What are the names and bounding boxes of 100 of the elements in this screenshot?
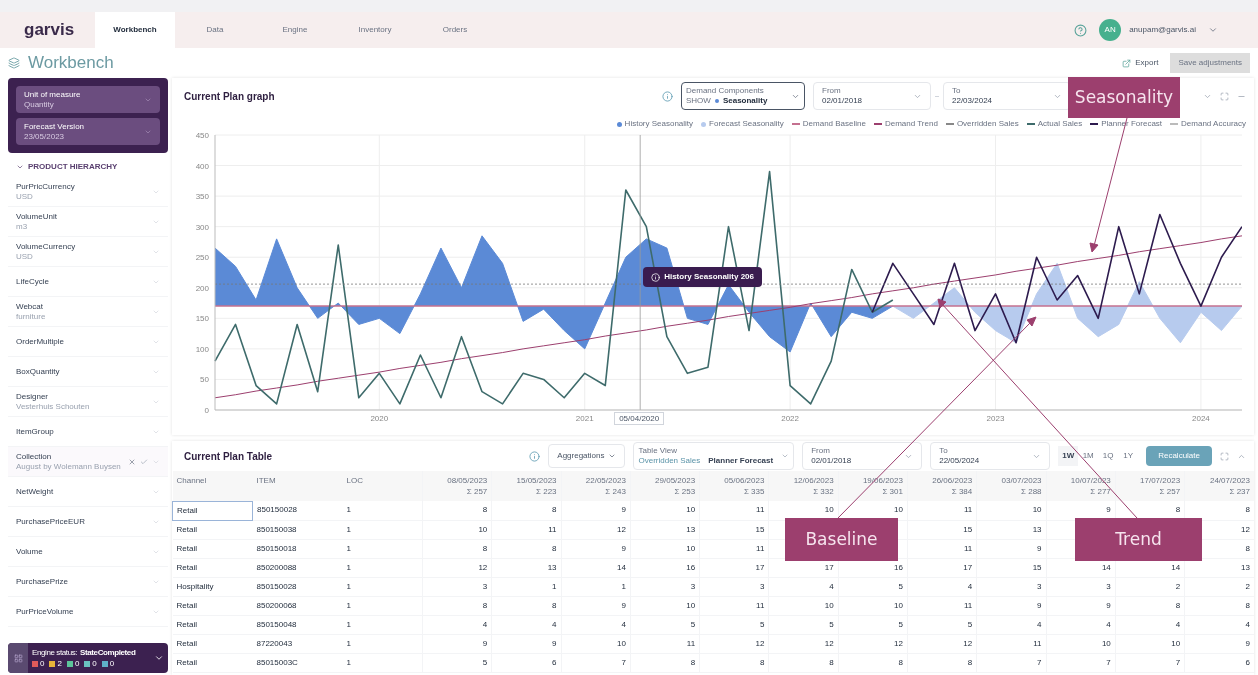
table-cell: 3 — [1037, 581, 1042, 591]
filter-dropdown[interactable]: NetWeight — [8, 477, 168, 507]
column-date[interactable]: 26/06/2023 — [911, 475, 973, 486]
column-header[interactable]: ITEM — [252, 471, 343, 501]
column-date[interactable]: 15/05/2023 — [496, 475, 557, 486]
table-cell: 8 — [482, 600, 488, 610]
column-total: Σ 257 — [465, 486, 488, 497]
filter-dropdown[interactable]: VolumeUnit m3 — [8, 207, 168, 237]
column-total: Σ 384 — [950, 486, 973, 497]
column-total: Σ 257 — [1158, 486, 1181, 497]
column-header[interactable]: LOC — [342, 471, 423, 501]
legend-item[interactable]: Overridden Sales — [945, 118, 1019, 130]
view-select[interactable]: Table View Overridden Sales Planner Forecast — [633, 442, 795, 470]
filter-dropdown[interactable]: Designer Vesterhuis Schouten — [8, 387, 168, 417]
nav-tab[interactable]: Inventory — [335, 12, 415, 48]
grid-icon — [13, 653, 23, 663]
filter-dropdown[interactable]: PurPriceVolume — [8, 597, 168, 627]
axis-label: 200 — [195, 283, 209, 293]
axis-label: 0 — [204, 406, 209, 415]
table-cell: 15 — [755, 524, 765, 534]
column-date[interactable]: 22/05/2023 — [565, 475, 626, 486]
filter-label: PurPriceVolume — [16, 606, 74, 617]
axis-label: 2023 — [986, 414, 1005, 423]
table-cell[interactable]: Retail — [172, 501, 253, 520]
column-header[interactable]: Channel — [172, 471, 253, 501]
filter-dropdown[interactable]: LifeCycle — [8, 267, 168, 297]
period-toggle[interactable]: 1M — [1078, 446, 1099, 466]
section-header[interactable]: PRODUCT HIERARCHY — [8, 157, 168, 177]
help-icon[interactable] — [1074, 23, 1088, 37]
table-cell: 11 — [963, 505, 973, 515]
filter-dropdown[interactable]: BoxQuantity — [8, 357, 168, 387]
table-cell[interactable]: Retail — [172, 596, 253, 615]
filter-dropdown[interactable]: VolumeCurrency USD — [8, 237, 168, 267]
user-email[interactable]: anupam@garvis.ai — [1129, 24, 1196, 36]
field-value: 02/01/2018 — [811, 456, 852, 466]
table-cell: 8 — [1175, 600, 1181, 610]
nav-tab[interactable]: Data — [175, 12, 255, 48]
table-cell[interactable]: Retail — [172, 634, 253, 653]
filter-label: ItemGroup — [16, 426, 54, 437]
legend-item[interactable]: Actual Sales — [1026, 118, 1083, 130]
engine-status-bar[interactable]: Engine status: StateCompleted 0 2 0 0 0 — [8, 643, 168, 673]
caret-icon[interactable] — [1208, 25, 1218, 35]
table-cell: 5 — [898, 581, 903, 591]
status-count: 0 — [109, 658, 115, 669]
date-field[interactable]: From 02/01/2018 — [813, 82, 931, 110]
column-date[interactable]: 29/05/2023 — [634, 475, 696, 486]
table-cell: 850200068 — [252, 596, 343, 615]
column-date[interactable]: 17/07/2023 — [1119, 475, 1181, 486]
export-button[interactable]: Export — [1122, 57, 1159, 69]
date-field[interactable]: To 22/05/2024 — [930, 442, 1051, 470]
filter-dropdown[interactable]: Collection August by Wolemann Buysen — [8, 447, 168, 477]
period-toggle[interactable]: 1Q — [1098, 446, 1119, 466]
filter-dropdown[interactable]: PurchasePriceEUR — [8, 507, 168, 537]
column-date[interactable]: 08/05/2023 — [427, 475, 488, 486]
table-cell[interactable]: Retail — [172, 615, 253, 634]
filter-dropdown[interactable]: OrderMultiple — [8, 327, 168, 357]
period-toggle[interactable]: 1Y — [1118, 446, 1139, 466]
column-date[interactable]: 03/07/2023 — [981, 475, 1042, 486]
components-select[interactable]: Demand Components SHOW Seasonality — [681, 82, 805, 110]
clear-icon[interactable] — [128, 457, 136, 466]
table-cell[interactable]: Retail — [172, 520, 253, 539]
table-cell[interactable]: Retail — [172, 653, 253, 672]
filter-dropdown[interactable]: PurchasePrize — [8, 567, 168, 597]
legend-item[interactable]: Forecast Seasonality — [701, 118, 784, 130]
table-cell[interactable]: Retail — [172, 558, 253, 577]
table-cell: 3 — [1106, 581, 1111, 591]
legend-item[interactable]: Demand Accuracy — [1170, 118, 1246, 130]
column-date[interactable]: 05/06/2023 — [704, 475, 765, 486]
legend-item[interactable]: Demand Baseline — [791, 118, 866, 130]
table-cell[interactable]: Retail — [172, 539, 253, 558]
table-cell[interactable]: Hospitality — [172, 577, 253, 596]
info-icon[interactable] — [529, 450, 541, 462]
column-date[interactable]: 12/06/2023 — [773, 475, 834, 486]
column-date[interactable]: 24/07/2023 — [1189, 475, 1250, 486]
legend-item[interactable]: History Seasonality — [616, 118, 694, 130]
legend-item[interactable]: Demand Trend — [873, 118, 938, 130]
date-field[interactable]: From 02/01/2018 — [802, 442, 923, 470]
nav-tab[interactable]: Orders — [415, 12, 495, 48]
filter-dropdown[interactable]: Webcat furniture — [8, 297, 168, 327]
table-cell: 13 — [547, 562, 557, 572]
fullscreen-icon[interactable] — [1220, 451, 1229, 461]
period-toggle[interactable]: 1W — [1058, 446, 1079, 466]
table-cell: 10 — [1171, 638, 1181, 648]
table-cell: 8 — [967, 657, 973, 667]
aggregations-dropdown[interactable]: Aggregations — [548, 444, 626, 468]
check-icon[interactable] — [140, 457, 148, 466]
info-icon[interactable] — [662, 90, 673, 102]
fullscreen-icon[interactable] — [1220, 91, 1229, 101]
nav-tab[interactable]: Workbench — [95, 12, 175, 48]
filter-dropdown[interactable]: Volume — [8, 537, 168, 567]
field-value: 22/03/2024 — [952, 96, 993, 106]
nav-tab[interactable]: Engine — [255, 12, 335, 48]
table-cell: 850150038 — [252, 520, 343, 539]
table-cell: 1 — [621, 581, 626, 591]
setting-dropdown[interactable]: Unit of measure Quantity — [16, 86, 160, 113]
setting-dropdown[interactable]: Forecast Version 23/05/2023 — [16, 118, 160, 145]
table-cell: 17 — [755, 562, 765, 572]
filter-dropdown[interactable]: PurPricCurrency USD — [8, 177, 168, 207]
layers-icon[interactable] — [8, 57, 20, 69]
table-cell: 3 — [482, 581, 488, 591]
